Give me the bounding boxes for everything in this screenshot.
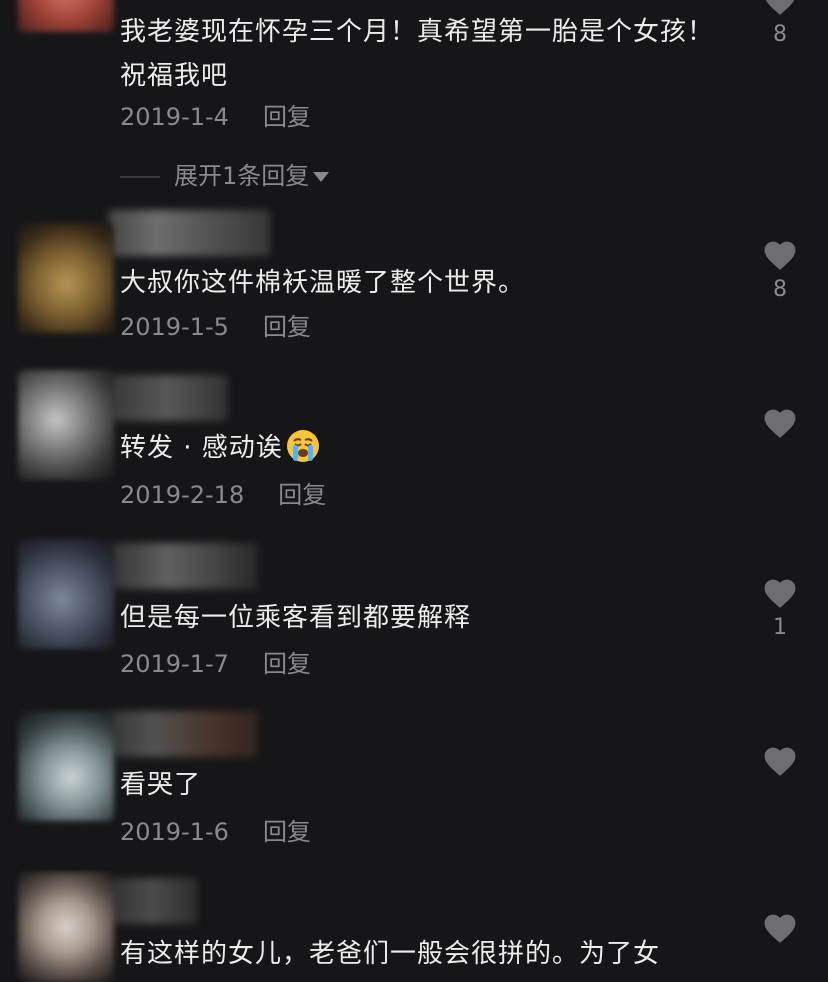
comment-meta: 2019-1-4 回复 bbox=[120, 99, 311, 135]
username[interactable] bbox=[108, 711, 258, 757]
comment-list: 我老婆现在怀孕三个月！真希望第一胎是个女孩！祝福我吧 2019-1-4 回复 展开… bbox=[0, 0, 828, 982]
comment-date: 2019-1-7 bbox=[120, 650, 229, 678]
username[interactable] bbox=[108, 543, 258, 589]
comment-item: 转发 · 感动诶 2019-2-18 回复 bbox=[0, 365, 828, 535]
reply-button[interactable]: 回复 bbox=[263, 650, 311, 678]
avatar[interactable] bbox=[18, 223, 114, 333]
reply-button[interactable]: 回复 bbox=[263, 103, 311, 131]
divider bbox=[120, 176, 160, 178]
reply-button[interactable]: 回复 bbox=[278, 481, 326, 509]
username[interactable] bbox=[108, 375, 228, 421]
comment-text: 我老婆现在怀孕三个月！真希望第一胎是个女孩！祝福我吧 bbox=[120, 17, 715, 91]
comment-date: 2019-1-5 bbox=[120, 313, 229, 341]
heart-icon bbox=[764, 409, 796, 438]
comment-date: 2019-2-18 bbox=[120, 481, 245, 509]
comment-item: 但是每一位乘客看到都要解释 2019-1-7 回复 1 bbox=[0, 535, 828, 705]
comment-item: 我老婆现在怀孕三个月！真希望第一胎是个女孩！祝福我吧 2019-1-4 回复 展开… bbox=[0, 0, 828, 210]
heart-icon bbox=[764, 241, 796, 270]
like-button[interactable]: 8 bbox=[760, 0, 800, 48]
comment-text: 但是每一位乘客看到都要解释 bbox=[120, 603, 472, 633]
like-button[interactable] bbox=[760, 405, 800, 445]
comment-date: 2019-1-6 bbox=[120, 818, 229, 846]
avatar[interactable] bbox=[18, 711, 114, 821]
comment-meta: 2019-1-7 回复 bbox=[120, 646, 311, 682]
heart-icon bbox=[765, 0, 795, 15]
comment-text-content: 转发 · 感动诶 bbox=[120, 433, 283, 463]
expand-replies-button[interactable]: 展开1条回复 bbox=[120, 156, 330, 196]
username[interactable] bbox=[108, 878, 198, 924]
like-button[interactable] bbox=[760, 910, 800, 950]
username[interactable] bbox=[108, 210, 270, 256]
heart-icon bbox=[764, 747, 796, 776]
reply-button[interactable]: 回复 bbox=[263, 818, 311, 846]
like-button[interactable]: 8 bbox=[760, 237, 800, 303]
avatar[interactable] bbox=[18, 872, 114, 982]
comment-meta: 2019-2-18 回复 bbox=[120, 477, 326, 513]
comment-text: 转发 · 感动诶 bbox=[120, 426, 735, 470]
heart-icon bbox=[764, 914, 796, 943]
expand-replies-label: 展开1条回复 bbox=[174, 162, 310, 190]
comment-text: 看哭了 bbox=[120, 770, 202, 800]
comment-meta: 2019-1-5 回复 bbox=[120, 309, 311, 345]
heart-icon bbox=[764, 579, 796, 608]
comment-text: 有这样的女儿，老爸们一般会很拼的。为了女 bbox=[120, 939, 661, 969]
comment-text: 大叔你这件棉袄温暖了整个世界。 bbox=[120, 268, 526, 298]
avatar[interactable] bbox=[18, 539, 114, 649]
loudly-crying-face-emoji bbox=[286, 430, 319, 462]
like-button[interactable] bbox=[760, 743, 800, 783]
comment-item: 有这样的女儿，老爸们一般会很拼的。为了女 bbox=[0, 870, 828, 982]
comment-item: 大叔你这件棉袄温暖了整个世界。 2019-1-5 回复 8 bbox=[0, 205, 828, 365]
avatar[interactable] bbox=[18, 370, 114, 480]
comment-date: 2019-1-4 bbox=[120, 103, 229, 131]
comment-item: 看哭了 2019-1-6 回复 bbox=[0, 705, 828, 870]
like-button[interactable]: 1 bbox=[760, 575, 800, 641]
comment-meta: 2019-1-6 回复 bbox=[120, 814, 311, 850]
like-count: 8 bbox=[773, 277, 787, 302]
reply-button[interactable]: 回复 bbox=[263, 313, 311, 341]
like-count: 1 bbox=[773, 615, 787, 640]
caret-down-icon bbox=[313, 172, 330, 182]
avatar[interactable] bbox=[18, 0, 114, 32]
like-count: 8 bbox=[773, 22, 787, 47]
